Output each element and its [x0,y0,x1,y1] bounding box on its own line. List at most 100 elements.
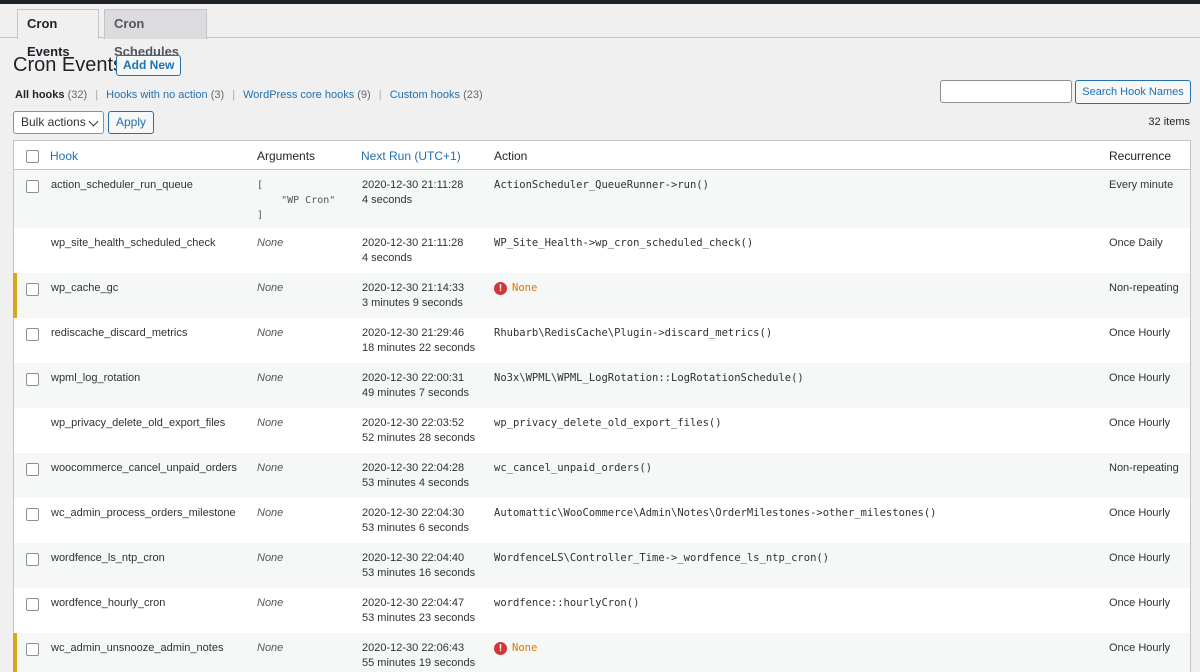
next-run-relative: 4 seconds [362,252,413,264]
hook-name[interactable]: wpml_log_rotation [51,371,140,386]
next-run-time: 2020-12-30 22:00:31 [362,372,465,384]
hook-arguments: None [257,597,284,609]
hook-action: wp_privacy_delete_old_export_files() [494,417,722,429]
table-row[interactable]: action_scheduler_run_queue [ "WP Cron" ] 2… [14,170,1190,228]
column-next-run[interactable]: Next Run (UTC+1) [361,149,461,163]
exclamation-circle-icon: ! [494,282,507,295]
row-checkbox[interactable] [26,463,39,476]
hook-name[interactable]: action_scheduler_run_queue [51,178,193,193]
hook-action: wc_cancel_unpaid_orders() [494,462,653,474]
select-all-checkbox[interactable] [26,150,39,163]
hook-name[interactable]: woocommerce_cancel_unpaid_orders [51,461,237,476]
hook-filter-links: All hooks (32) | Hooks with no action (3… [15,89,483,101]
hook-arguments: None [257,552,284,564]
table-row[interactable]: wp_cache_gc None 2020-12-30 21:14:33 3 minu… [13,273,1190,318]
row-checkbox[interactable] [26,328,39,341]
row-checkbox[interactable] [26,508,39,521]
recurrence: Once Hourly [1109,372,1171,384]
next-run-relative: 53 minutes 16 seconds [362,567,476,579]
table-row[interactable]: woocommerce_cancel_unpaid_orders None 2020… [14,453,1190,498]
column-arguments: Arguments [257,149,316,163]
hook-name[interactable]: wp_privacy_delete_old_export_files [51,416,225,431]
hook-action: ! None [494,281,537,296]
filter-no-action[interactable]: Hooks with no action [106,89,208,101]
next-run-relative: 53 minutes 23 seconds [362,612,476,624]
exclamation-circle-icon: ! [494,642,507,655]
bulk-actions-label: Bulk actions [21,115,86,129]
filter-all-hooks[interactable]: All hooks [15,89,65,101]
table-row[interactable]: wordfence_ls_ntp_cron None 2020-12-30 22:0… [14,543,1190,588]
hook-arguments: None [257,642,284,654]
column-action: Action [494,149,528,163]
hook-name[interactable]: wp_site_health_scheduled_check [51,236,216,251]
row-checkbox[interactable] [26,373,39,386]
tab-cron-events[interactable]: Cron Events [17,9,99,59]
row-checkbox[interactable] [26,643,39,656]
hook-action: ActionScheduler_QueueRunner->run() [494,179,709,191]
recurrence: Non-repeating [1109,282,1179,294]
hook-arguments: None [257,327,284,339]
search-hook-names-button[interactable]: Search Hook Names [1075,80,1191,104]
table-row[interactable]: wpml_log_rotation None 2020-12-30 22:00:31… [14,363,1190,408]
next-run-relative: 52 minutes 28 seconds [362,432,476,444]
row-checkbox[interactable] [26,553,39,566]
row-checkbox[interactable] [26,598,39,611]
hook-name[interactable]: rediscache_discard_metrics [51,326,187,341]
hook-arguments: None [257,282,284,294]
recurrence: Once Hourly [1109,417,1171,429]
hook-action: ! None [494,641,537,656]
bulk-actions-select[interactable]: Bulk actions [13,111,104,134]
hook-name[interactable]: wordfence_hourly_cron [51,596,165,611]
next-run-time: 2020-12-30 21:11:28 [362,179,464,191]
filter-custom-hooks[interactable]: Custom hooks [390,89,460,101]
apply-button[interactable]: Apply [108,111,154,134]
recurrence: Once Hourly [1109,507,1171,519]
separator: | [232,89,236,101]
table-row[interactable]: wc_admin_process_orders_milestone None 202… [14,498,1190,543]
next-run-time: 2020-12-30 21:14:33 [362,282,465,294]
row-checkbox[interactable] [26,180,39,193]
hook-arguments: None [257,237,284,249]
table-header: Hook Arguments Next Run (UTC+1) Action R… [14,141,1190,170]
hook-arguments: None [257,462,284,474]
column-hook[interactable]: Hook [50,149,78,163]
hook-arguments: None [257,372,284,384]
hook-name[interactable]: wc_admin_unsnooze_admin_notes [51,641,223,656]
table-row[interactable]: wp_site_health_scheduled_check None 2020-1… [14,228,1190,273]
next-run: 2020-12-30 22:04:30 53 minutes 6 seconds [362,506,469,536]
next-run-time: 2020-12-30 22:06:43 [362,642,465,654]
action-none: None [512,642,538,654]
filter-count: (23) [463,89,483,101]
tab-cron-schedules[interactable]: Cron Schedules [104,9,207,59]
next-run-time: 2020-12-30 21:11:28 [362,237,464,249]
table-row[interactable]: wordfence_hourly_cron None 2020-12-30 22:0… [14,588,1190,633]
hook-arguments: None [257,417,284,429]
next-run: 2020-12-30 22:04:47 53 minutes 23 seconds [362,596,475,626]
table-row[interactable]: wp_privacy_delete_old_export_files None 20… [14,408,1190,453]
next-run-relative: 3 minutes 9 seconds [362,297,463,309]
table-row[interactable]: wc_admin_unsnooze_admin_notes None 2020-12… [13,633,1190,672]
next-run-time: 2020-12-30 21:29:46 [362,327,465,339]
hook-name[interactable]: wordfence_ls_ntp_cron [51,551,165,566]
hook-action: No3x\WPML\WPML_LogRotation::LogRotationS… [494,372,804,384]
chevron-down-icon [88,116,99,127]
search-input[interactable] [940,80,1072,103]
hook-arguments: [ "WP Cron" ] [257,180,336,221]
next-run-relative: 49 minutes 7 seconds [362,387,470,399]
next-run-time: 2020-12-30 22:04:47 [362,597,465,609]
row-checkbox[interactable] [26,283,39,296]
hook-action: WordfenceLS\Controller_Time->_wordfence_… [494,552,830,564]
hook-arguments: None [257,507,284,519]
hook-name[interactable]: wc_admin_process_orders_milestone [51,506,236,521]
next-run-time: 2020-12-30 22:04:40 [362,552,465,564]
table-row[interactable]: rediscache_discard_metrics None 2020-12-30… [14,318,1190,363]
next-run-relative: 4 seconds [362,194,413,206]
add-new-button[interactable]: Add New [116,55,182,76]
next-run-relative: 53 minutes 6 seconds [362,522,470,534]
separator: | [95,89,99,101]
hook-name[interactable]: wp_cache_gc [51,281,118,296]
filter-core-hooks[interactable]: WordPress core hooks [243,89,354,101]
next-run: 2020-12-30 21:11:28 4 seconds [362,178,463,208]
next-run-relative: 53 minutes 4 seconds [362,477,470,489]
nav-tabs: Cron Events Cron Schedules [0,4,1200,59]
